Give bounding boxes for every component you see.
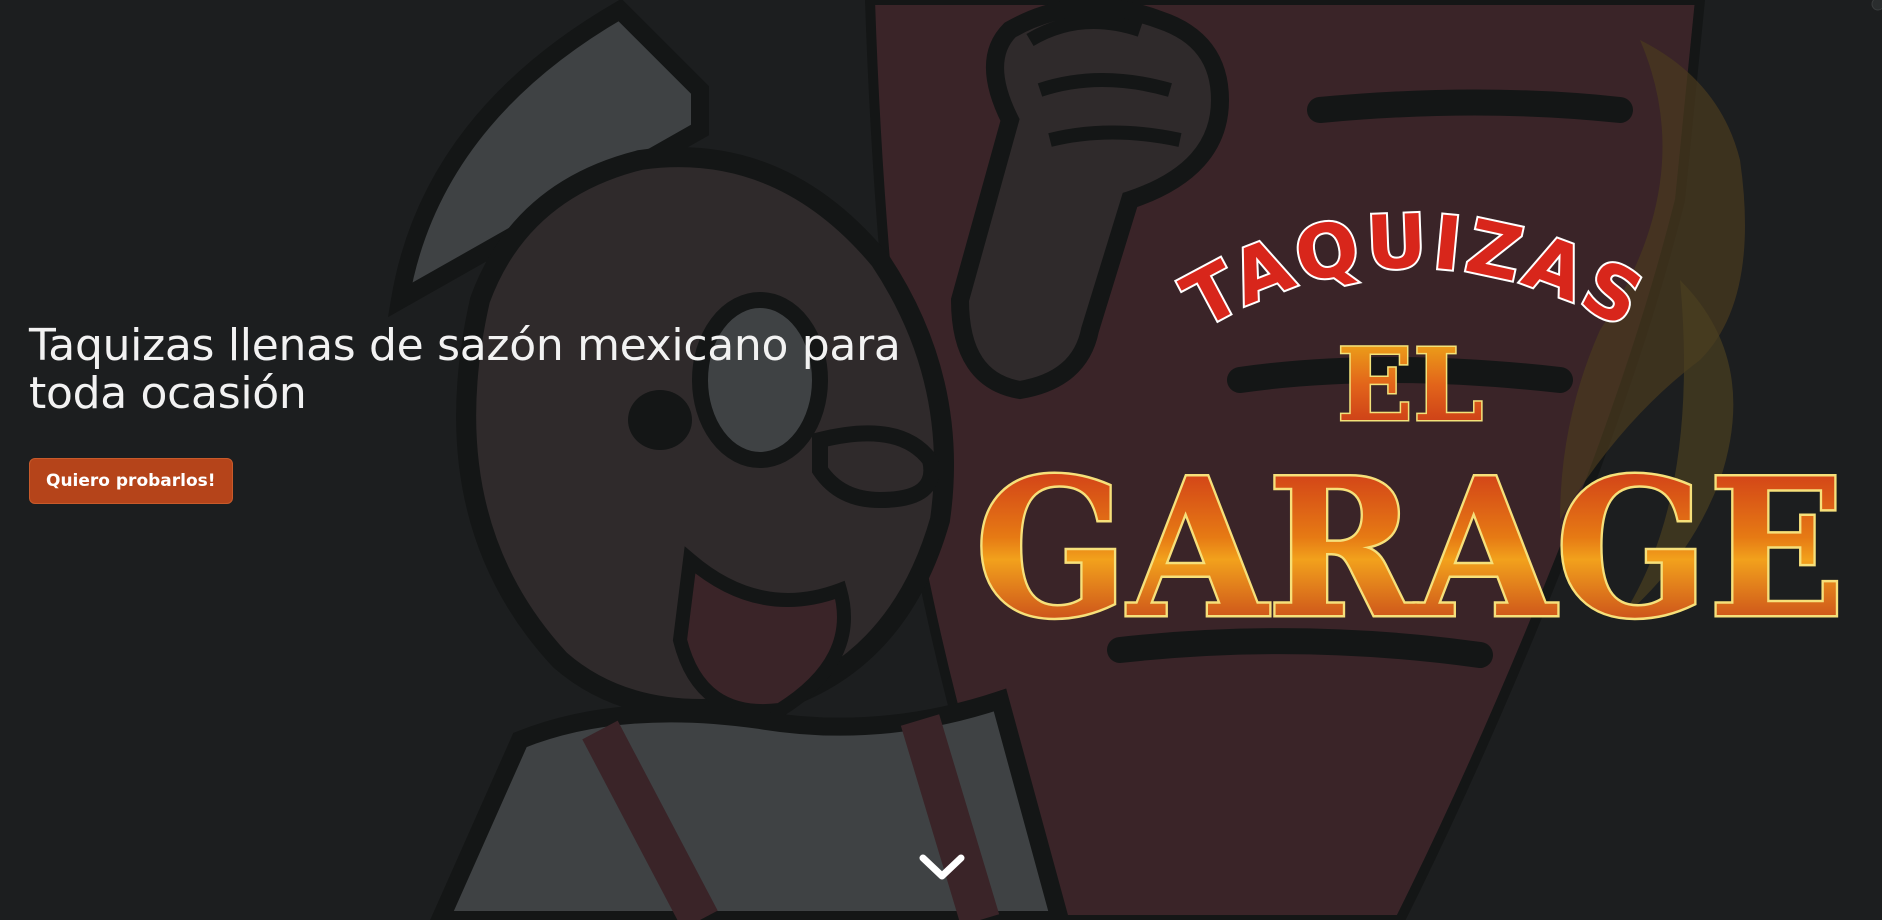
brand-logo: TAQUIZAS EL GARAGE: [973, 197, 1848, 655]
hero-headline: Taquizas llenas de sazón mexicano para t…: [29, 320, 901, 419]
hero-content: Taquizas llenas de sazón mexicano para t…: [29, 322, 909, 504]
logo-line-garage: GARAGE: [975, 437, 1845, 655]
logo-line-el: EL: [1337, 326, 1484, 444]
cta-button[interactable]: Quiero probarlos!: [29, 458, 233, 504]
logo-line-taquizas: TAQUIZAS: [1170, 199, 1659, 346]
hero-section: Taquizas llenas de sazón mexicano para t…: [0, 0, 1882, 920]
settings-icon[interactable]: [1866, 0, 1882, 16]
scroll-down-chevron-icon[interactable]: [917, 850, 967, 886]
